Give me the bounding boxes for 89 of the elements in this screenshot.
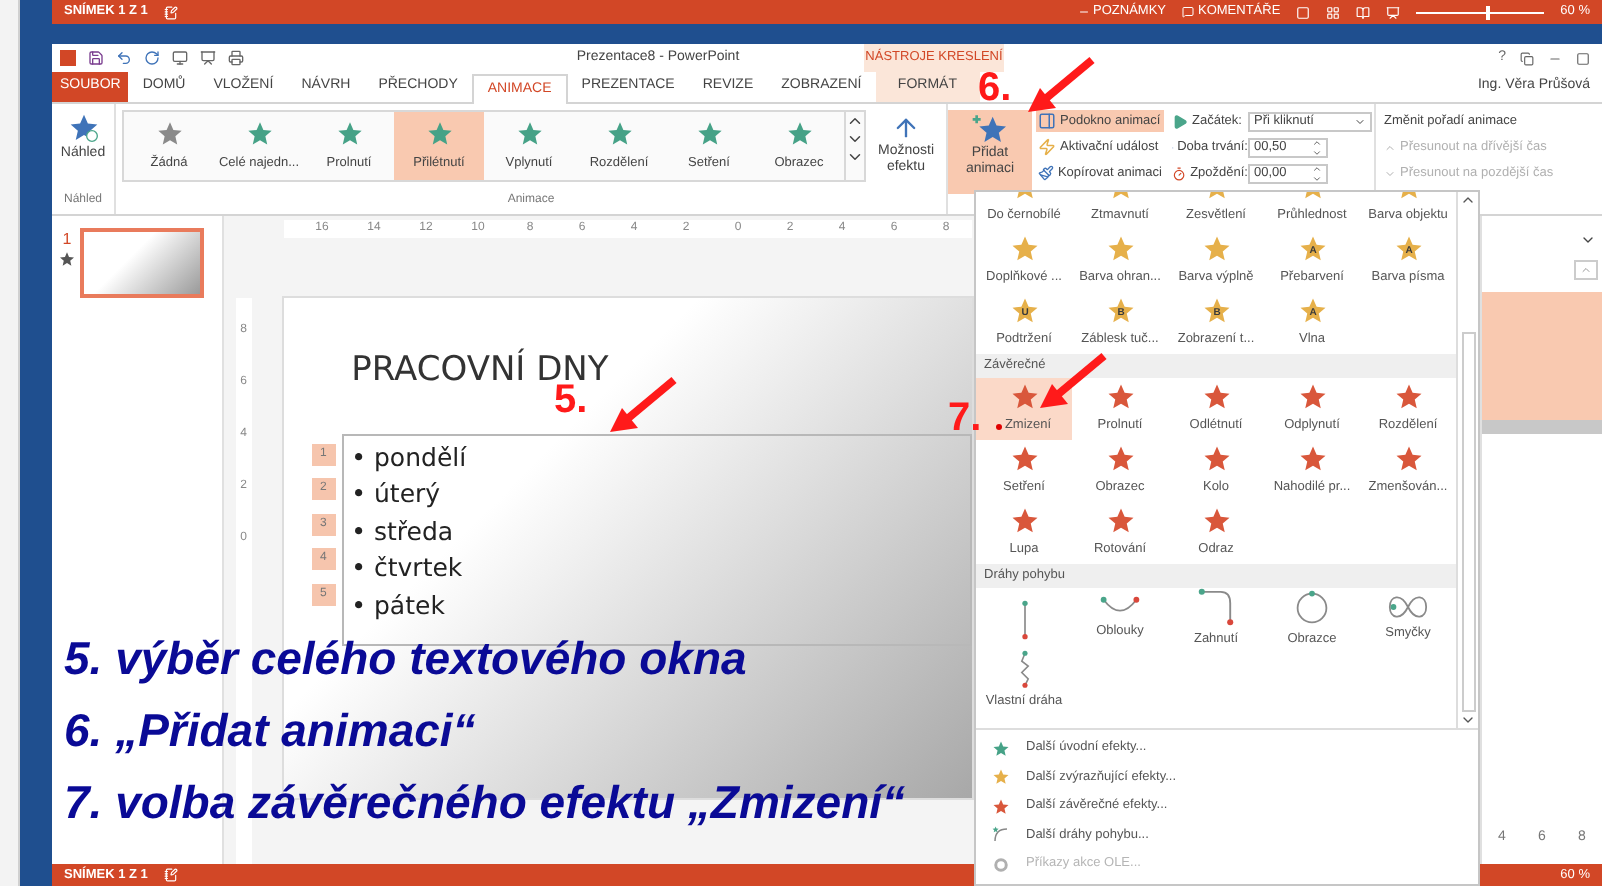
scroll-up-icon[interactable] [1460,192,1476,208]
annotation-text: 7. volba závěrečného efektu „Zmizení“ [64,774,906,832]
star-icon [992,768,1010,787]
star-icon [1201,382,1231,413]
monitor-icon[interactable] [172,50,188,66]
bullet-item: • pondělí [351,439,469,474]
slide-thumbnail[interactable] [80,228,204,298]
save-icon[interactable] [88,50,104,66]
star-icon [1105,506,1135,537]
star-icon [1105,382,1135,413]
path-icon [992,826,1010,845]
spin-up-icon[interactable] [1312,137,1322,147]
star-icon [695,119,723,148]
star-icon [1009,506,1039,537]
star-icon [245,119,273,148]
star-icon [1009,444,1039,475]
pane-icon [1038,112,1056,130]
redo-icon[interactable] [144,50,160,66]
star-icon [1105,234,1135,265]
star-icon [1201,506,1231,537]
up-icon [1384,141,1396,153]
motion-path-icon [1198,588,1234,627]
step-number: 6. [978,68,1012,108]
star-icon [785,119,813,148]
ribbon-display-icon[interactable] [1520,51,1534,65]
scroll-down-icon[interactable] [1460,712,1476,728]
up-icon [1580,264,1592,276]
zoom-thumb[interactable] [1486,5,1491,19]
lightning-icon [1038,138,1056,156]
app-logo-icon [60,50,76,66]
scrollbar[interactable] [1456,192,1478,728]
star-icon [1393,382,1423,413]
spin-down-icon[interactable] [1312,147,1322,157]
star-icon [515,119,543,148]
brush-icon [1038,164,1054,182]
normal-view-icon[interactable] [1296,5,1311,19]
spin-up-icon[interactable] [1312,163,1322,173]
motion-path-icon [1294,589,1330,626]
star-play-icon [67,112,99,144]
bullet-item: • čtvrtek [351,550,465,585]
printer-icon[interactable] [228,50,244,66]
bullet-item: • úterý [351,476,443,511]
undo-icon[interactable] [116,50,132,66]
presentation-icon[interactable] [200,50,216,66]
star-plus-icon [972,114,1008,146]
star-icon [1201,444,1231,475]
star-icon [605,119,633,148]
slideshow-icon[interactable] [1386,5,1401,19]
bullet-item: • středa [351,513,456,548]
bullet-item: • pátek [351,587,447,622]
proofing-icon [163,868,178,882]
star-icon [1297,382,1327,413]
timer-icon [1172,165,1187,181]
animation-marker-icon [60,252,74,266]
star-icon [992,739,1010,758]
star-icon [1009,382,1039,413]
maximize-icon[interactable] [1576,51,1590,65]
step-number: 7. [948,398,982,438]
play-icon [1172,113,1188,129]
caret-icon[interactable] [1580,232,1596,248]
pointer-arrow [1024,56,1096,116]
reading-view-icon[interactable] [1356,5,1371,19]
notes-icon [1077,6,1090,18]
star-icon [335,119,363,148]
star-icon [1297,444,1327,475]
star-icon [155,119,183,148]
motion-path-icon [1388,594,1428,621]
motion-path-icon [1017,650,1031,689]
annotation-text: 6. „Přidat animaci“ [64,702,478,760]
star-icon [1009,234,1039,265]
animation-pane-row [1482,292,1602,420]
spin-down-icon[interactable] [1312,173,1322,183]
star-icon [1393,444,1423,475]
star-icon [992,797,1010,816]
star-icon [1201,234,1231,265]
scroll-up-icon[interactable] [846,112,864,130]
caret-icon [1354,115,1366,127]
star-icon [425,119,453,148]
motion-path-icon [1019,599,1029,639]
gear-icon [992,855,1010,874]
comment-icon [1182,6,1194,18]
down-icon [1384,167,1396,179]
grid-view-icon[interactable] [1326,5,1341,19]
proofing-icon [163,5,178,19]
pointer-arrow [606,376,678,436]
star-icon [1105,444,1135,475]
arrow-up-icon [892,114,920,142]
slide-number: 1 [62,228,72,252]
scroll-thumb[interactable] [1461,332,1475,712]
